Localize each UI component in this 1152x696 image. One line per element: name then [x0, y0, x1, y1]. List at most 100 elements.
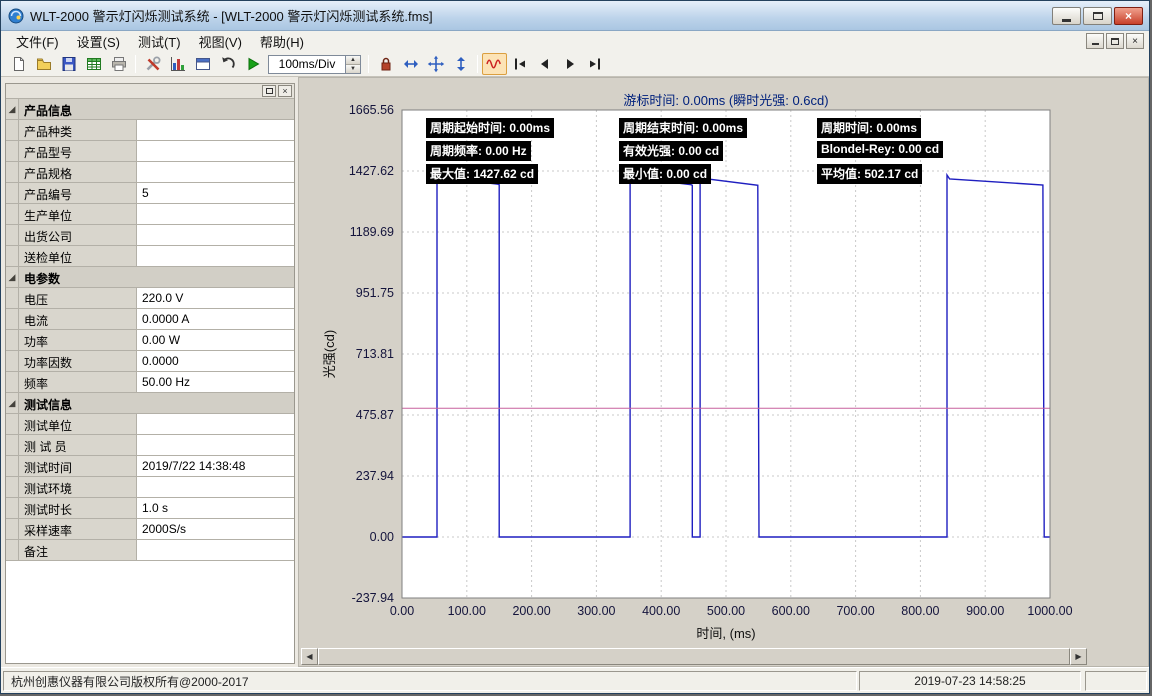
pg-row-manufacturer: 生产单位 [6, 204, 294, 225]
pg-section-electrical[interactable]: ◢ 电参数 [6, 267, 294, 288]
pg-value-field[interactable] [137, 540, 294, 560]
maximize-button[interactable] [1083, 7, 1112, 25]
pg-value-field[interactable] [137, 120, 294, 140]
pg-row-test-duration: 测试时长 1.0 s [6, 498, 294, 519]
statusbar-datetime: 2019-07-23 14:58:25 [859, 671, 1081, 691]
section-marker-icon: ◢ [6, 267, 19, 287]
waveform-mode-button[interactable] [482, 53, 507, 75]
pan-button[interactable] [423, 53, 448, 75]
titlebar[interactable]: WLT-2000 警示灯闪烁测试系统 - [WLT-2000 警示灯闪烁测试系统… [1, 1, 1149, 31]
zoom-horizontal-button[interactable] [398, 53, 423, 75]
max-value-label: 最大值: 1427.62 cd [426, 164, 538, 184]
reset-button[interactable] [215, 53, 240, 75]
scrollbar-thumb[interactable] [318, 648, 1070, 665]
pg-value-field[interactable] [137, 246, 294, 266]
new-button[interactable] [6, 53, 31, 75]
period-frequency-label: 周期频率: 0.00 Hz [426, 141, 531, 161]
window-layout-button[interactable] [190, 53, 215, 75]
zoom-vertical-button[interactable] [448, 53, 473, 75]
pg-row-sample-rate: 采样速率 2000S/s [6, 519, 294, 540]
y-axis-label: 光强(cd) [319, 304, 335, 404]
menu-settings[interactable]: 设置(S) [68, 30, 129, 54]
pg-value-field[interactable]: 50.00 Hz [137, 372, 294, 392]
bar-chart-icon [169, 55, 187, 73]
pg-value-field[interactable]: 0.00 W [137, 330, 294, 350]
toolbar: 100ms/Div ▲ ▼ [1, 52, 1149, 77]
menu-help[interactable]: 帮助(H) [251, 30, 313, 54]
mdi-restore-button[interactable] [1106, 33, 1124, 49]
panel-close-button[interactable]: × [278, 85, 292, 97]
pg-value-field[interactable]: 220.0 V [137, 288, 294, 308]
pg-value-field[interactable] [137, 204, 294, 224]
svg-text:0.00: 0.00 [370, 530, 394, 544]
pg-section-test-info[interactable]: ◢ 测试信息 [6, 393, 294, 414]
svg-text:0.00: 0.00 [390, 604, 414, 618]
scroll-right-button[interactable]: ▶ [1070, 648, 1087, 665]
svg-text:700.00: 700.00 [836, 604, 874, 618]
lock-button[interactable] [373, 53, 398, 75]
pg-value-field[interactable]: 2019/7/22 14:38:48 [137, 456, 294, 476]
chart-button[interactable] [165, 53, 190, 75]
print-button[interactable] [106, 53, 131, 75]
pg-value-field[interactable] [137, 225, 294, 245]
pg-row-test-unit: 测试单位 [6, 414, 294, 435]
marker-left-button[interactable] [532, 53, 557, 75]
save-button[interactable] [56, 53, 81, 75]
svg-text:500.00: 500.00 [707, 604, 745, 618]
blondel-rey-label: Blondel-Rey: 0.00 cd [817, 141, 943, 158]
toolbar-separator [368, 55, 369, 73]
minimize-button[interactable] [1052, 7, 1081, 25]
marker-left-icon [536, 55, 554, 73]
menu-view[interactable]: 视图(V) [190, 30, 251, 54]
marker-start-button[interactable] [507, 53, 532, 75]
svg-text:200.00: 200.00 [512, 604, 550, 618]
svg-text:237.94: 237.94 [356, 469, 394, 483]
settings-button[interactable] [140, 53, 165, 75]
marker-end-button[interactable] [582, 53, 607, 75]
pg-row-power: 功率 0.00 W [6, 330, 294, 351]
app-icon [8, 8, 24, 24]
period-time-label: 周期时间: 0.00ms [817, 118, 921, 138]
min-value-label: 最小值: 0.00 cd [619, 164, 711, 184]
pg-row-product-spec: 产品规格 [6, 162, 294, 183]
spinner-up-button[interactable]: ▲ [346, 56, 360, 65]
svg-text:1665.56: 1665.56 [349, 103, 394, 117]
pg-value-field[interactable] [137, 477, 294, 497]
pg-value-field[interactable]: 5 [137, 183, 294, 203]
mdi-close-button[interactable]: × [1126, 33, 1144, 49]
pg-value-field[interactable]: 0.0000 A [137, 309, 294, 329]
effective-intensity-label: 有效光强: 0.00 cd [619, 141, 723, 161]
export-button[interactable] [81, 53, 106, 75]
window-icon [194, 55, 212, 73]
arrows-vertical-icon [452, 55, 470, 73]
panel-float-button[interactable] [262, 85, 276, 97]
toolbar-separator [477, 55, 478, 73]
pg-value-field[interactable]: 0.0000 [137, 351, 294, 371]
open-button[interactable] [31, 53, 56, 75]
spinner-down-button[interactable]: ▼ [346, 65, 360, 73]
svg-text:713.81: 713.81 [356, 347, 394, 361]
pg-value-field[interactable] [137, 435, 294, 455]
horizontal-scrollbar: ◀ ▶ [301, 648, 1087, 665]
pg-value-field[interactable]: 1.0 s [137, 498, 294, 518]
tools-icon [144, 55, 162, 73]
arrows-horizontal-icon [402, 55, 420, 73]
menu-file[interactable]: 文件(F) [7, 30, 68, 54]
menu-test[interactable]: 测试(T) [129, 30, 190, 54]
pg-value-field[interactable]: 2000S/s [137, 519, 294, 539]
pg-value-field[interactable] [137, 414, 294, 434]
timebase-value[interactable]: 100ms/Div [268, 55, 346, 74]
close-button[interactable]: × [1114, 7, 1143, 25]
scroll-left-button[interactable]: ◀ [301, 648, 318, 665]
marker-right-button[interactable] [557, 53, 582, 75]
svg-text:400.00: 400.00 [642, 604, 680, 618]
avg-value-label: 平均值: 502.17 cd [817, 164, 922, 184]
pg-section-product-info[interactable]: ◢ 产品信息 [6, 99, 294, 120]
pg-row-inspection-unit: 送检单位 [6, 246, 294, 267]
mdi-minimize-button[interactable] [1086, 33, 1104, 49]
pg-value-field[interactable] [137, 141, 294, 161]
start-test-button[interactable] [240, 53, 265, 75]
pg-value-field[interactable] [137, 162, 294, 182]
x-axis-label: 时间, (ms) [402, 623, 1050, 642]
print-icon [110, 55, 128, 73]
